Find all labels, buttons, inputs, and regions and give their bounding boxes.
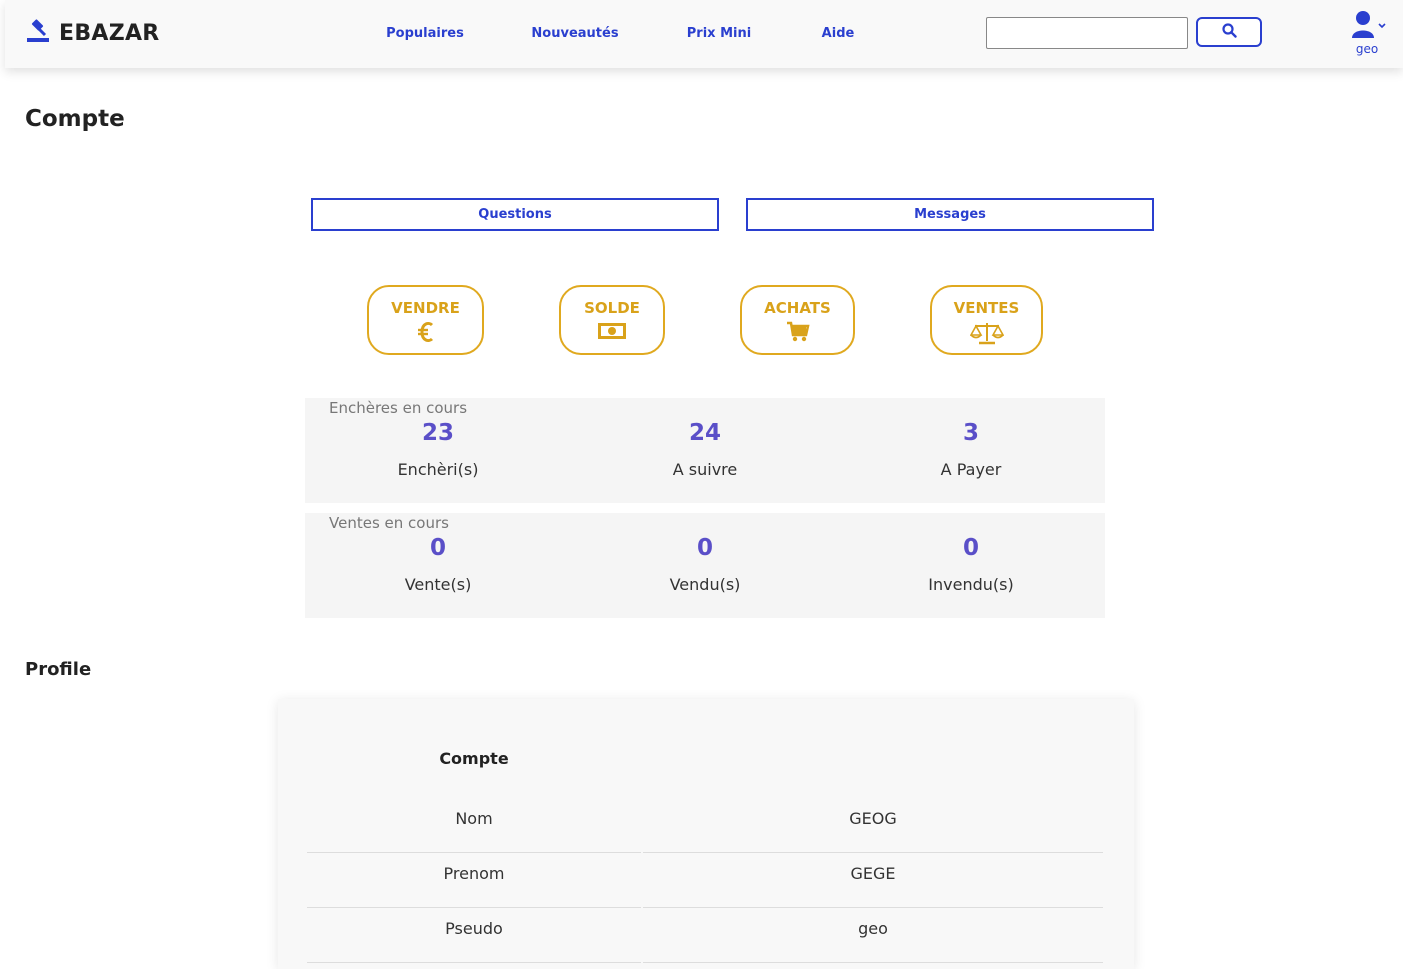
row-value: geo <box>643 909 1103 963</box>
nav-prix-mini[interactable]: Prix Mini <box>665 18 773 50</box>
top-navbar: EBAZAR Populaires Nouveautés Prix Mini A… <box>5 0 1403 68</box>
search-input[interactable] <box>986 17 1188 49</box>
stat-a-payer[interactable]: 3 A Payer <box>838 418 1104 479</box>
table-row: Nom GEOG <box>307 799 1103 854</box>
nav-nouveautes[interactable]: Nouveautés <box>510 18 640 50</box>
profile-section-title: Profile <box>25 659 92 680</box>
encheres-panel: Enchères en cours 23 Enchèri(s) 24 A sui… <box>305 398 1105 503</box>
stat-encheris[interactable]: 23 Enchèri(s) <box>305 418 571 479</box>
row-value: GEOG <box>643 799 1103 853</box>
stat-value: 23 <box>421 420 454 446</box>
stat-value: 3 <box>962 420 979 446</box>
solde-label: SOLDE <box>584 299 640 317</box>
stat-label: Enchèri(s) <box>397 460 479 479</box>
stat-value: 0 <box>696 535 713 561</box>
profile-table-header: Compte <box>439 749 509 768</box>
stat-value: 0 <box>962 535 979 561</box>
page-title: Compte <box>25 106 125 132</box>
brand-name: EBAZAR <box>59 20 160 46</box>
ventes-button[interactable]: VENTES <box>930 285 1043 355</box>
stat-invendus[interactable]: 0 Invendu(s) <box>838 533 1104 594</box>
stat-value: 0 <box>429 535 446 561</box>
profile-card: Compte Nom GEOG Prenom GEGE Pseudo geo <box>278 699 1134 969</box>
stat-ventes[interactable]: 0 Vente(s) <box>305 533 571 594</box>
encheres-caption: Enchères en cours <box>329 399 468 417</box>
stat-label: Invendu(s) <box>928 575 1014 594</box>
stat-label: A suivre <box>672 460 738 479</box>
user-menu[interactable]: geo <box>1345 10 1389 56</box>
stat-label: Vente(s) <box>404 575 472 594</box>
ventes-label: VENTES <box>953 299 1020 317</box>
row-label: Nom <box>307 799 641 853</box>
balance-scale-icon <box>932 321 1041 349</box>
gavel-icon <box>25 18 53 48</box>
stat-vendus[interactable]: 0 Vendu(s) <box>572 533 838 594</box>
messages-button[interactable]: Messages <box>746 198 1154 231</box>
nav-aide[interactable]: Aide <box>798 18 878 50</box>
row-value: GEGE <box>643 854 1103 908</box>
money-bill-icon <box>561 321 663 345</box>
search-icon <box>1221 22 1237 42</box>
row-label: Pseudo <box>307 909 641 963</box>
stat-a-suivre[interactable]: 24 A suivre <box>572 418 838 479</box>
euro-icon <box>369 321 482 347</box>
table-row: Prenom GEGE <box>307 854 1103 909</box>
ventes-caption: Ventes en cours <box>329 514 449 532</box>
row-label: Prenom <box>307 854 641 908</box>
ventes-panel: Ventes en cours 0 Vente(s) 0 Vendu(s) 0 … <box>305 513 1105 618</box>
cart-icon <box>742 321 853 347</box>
vendre-label: VENDRE <box>391 299 460 317</box>
vendre-button[interactable]: VENDRE <box>367 285 484 355</box>
stat-value: 24 <box>688 420 721 446</box>
questions-button[interactable]: Questions <box>311 198 719 231</box>
stat-label: A Payer <box>940 460 1002 479</box>
brand-logo[interactable]: EBAZAR <box>25 18 160 48</box>
stat-label: Vendu(s) <box>669 575 741 594</box>
achats-label: ACHATS <box>764 299 831 317</box>
table-row: Pseudo geo <box>307 909 1103 964</box>
achats-button[interactable]: ACHATS <box>740 285 855 355</box>
username: geo <box>1355 42 1379 56</box>
nav-populaires[interactable]: Populaires <box>365 18 485 50</box>
search-button[interactable] <box>1196 17 1262 47</box>
solde-button[interactable]: SOLDE <box>559 285 665 355</box>
